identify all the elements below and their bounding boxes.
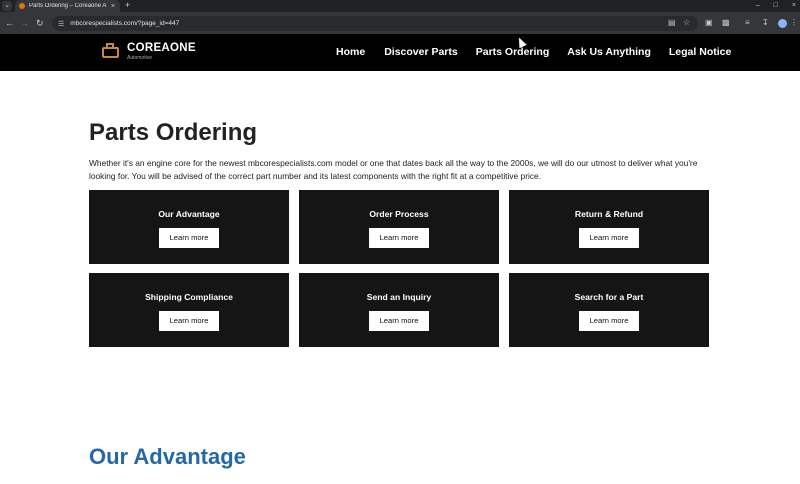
profile-avatar[interactable]: [778, 19, 787, 28]
card-title: Order Process: [369, 209, 429, 219]
learn-more-button[interactable]: Learn more: [159, 311, 219, 331]
minimize-icon[interactable]: –: [756, 0, 760, 11]
extension-icon[interactable]: ▣: [705, 18, 713, 28]
site-favicon-icon: [19, 3, 25, 9]
site-logo[interactable]: COREAONE Automotive: [100, 43, 196, 61]
learn-more-button[interactable]: Learn more: [159, 228, 219, 248]
reload-icon[interactable]: ↻: [36, 17, 44, 29]
forward-icon[interactable]: →: [20, 17, 29, 29]
tab-close-icon[interactable]: ×: [111, 3, 115, 10]
learn-more-button[interactable]: Learn more: [579, 228, 639, 248]
card-title: Return & Refund: [574, 209, 644, 219]
section-title-our-advantage: Our Advantage: [89, 444, 246, 469]
nav-home[interactable]: Home: [336, 46, 365, 58]
card-title: Search for a Part: [574, 292, 644, 302]
card-title: Our Advantage: [158, 209, 220, 219]
maximize-icon[interactable]: □: [774, 0, 778, 11]
card-title: Shipping Compliance: [145, 292, 233, 302]
card-return-refund: Return & Refund Learn more: [509, 190, 709, 264]
card-shipping-compliance: Shipping Compliance Learn more: [89, 273, 289, 347]
engine-logo-icon: [100, 43, 122, 61]
intro-paragraph: Whether it's an engine core for the newe…: [89, 158, 698, 181]
browser-toolbar: ← → ↻ ☰ mbcorespecialists.com/?page_id=4…: [0, 12, 800, 34]
logo-subtitle: Automotive: [127, 54, 153, 61]
card-send-inquiry: Send an Inquiry Learn more: [299, 273, 499, 347]
learn-more-button[interactable]: Learn more: [369, 311, 429, 331]
logo-name: COREAONE: [127, 42, 196, 55]
nav-legal-notice[interactable]: Legal Notice: [669, 46, 731, 58]
tab-list-icon[interactable]: ≡: [745, 18, 750, 28]
card-order-process: Order Process Learn more: [299, 190, 499, 264]
browser-tab-bar: ⌄ Parts Ordering – Coreaone A… × + – □ ×: [0, 0, 800, 12]
close-window-icon[interactable]: ×: [792, 0, 796, 11]
tab-title: Parts Ordering – Coreaone A…: [29, 3, 107, 9]
bookmark-star-icon[interactable]: ☆: [683, 18, 690, 28]
main-nav: Home Discover Parts Parts Ordering Ask U…: [336, 46, 731, 58]
learn-more-button[interactable]: Learn more: [579, 311, 639, 331]
translate-icon[interactable]: ▤: [668, 18, 676, 28]
site-info-icon[interactable]: ☰: [58, 20, 64, 28]
nav-discover-parts[interactable]: Discover Parts: [384, 46, 458, 58]
window-controls: – □ ×: [756, 0, 796, 11]
back-icon[interactable]: ←: [5, 17, 14, 29]
page-title: Parts Ordering: [89, 119, 258, 146]
card-our-advantage: Our Advantage Learn more: [89, 190, 289, 264]
url-text: mbcorespecialists.com/?page_id=447: [70, 20, 180, 27]
browser-menu-icon[interactable]: ⋮: [790, 18, 798, 28]
tab-search-chevron-icon[interactable]: ⌄: [2, 1, 12, 11]
card-title: Send an Inquiry: [366, 292, 432, 302]
learn-more-button[interactable]: Learn more: [369, 228, 429, 248]
download-icon[interactable]: ↧: [762, 18, 769, 28]
puzzle-extensions-icon[interactable]: ▩: [722, 18, 730, 28]
address-bar[interactable]: ☰ mbcorespecialists.com/?page_id=447: [52, 16, 698, 31]
nav-ask-us-anything[interactable]: Ask Us Anything: [567, 46, 651, 58]
new-tab-button[interactable]: +: [125, 0, 130, 11]
card-search-part: Search for a Part Learn more: [509, 273, 709, 347]
nav-parts-ordering[interactable]: Parts Ordering: [476, 46, 550, 58]
browser-tab[interactable]: Parts Ordering – Coreaone A… ×: [15, 0, 120, 12]
